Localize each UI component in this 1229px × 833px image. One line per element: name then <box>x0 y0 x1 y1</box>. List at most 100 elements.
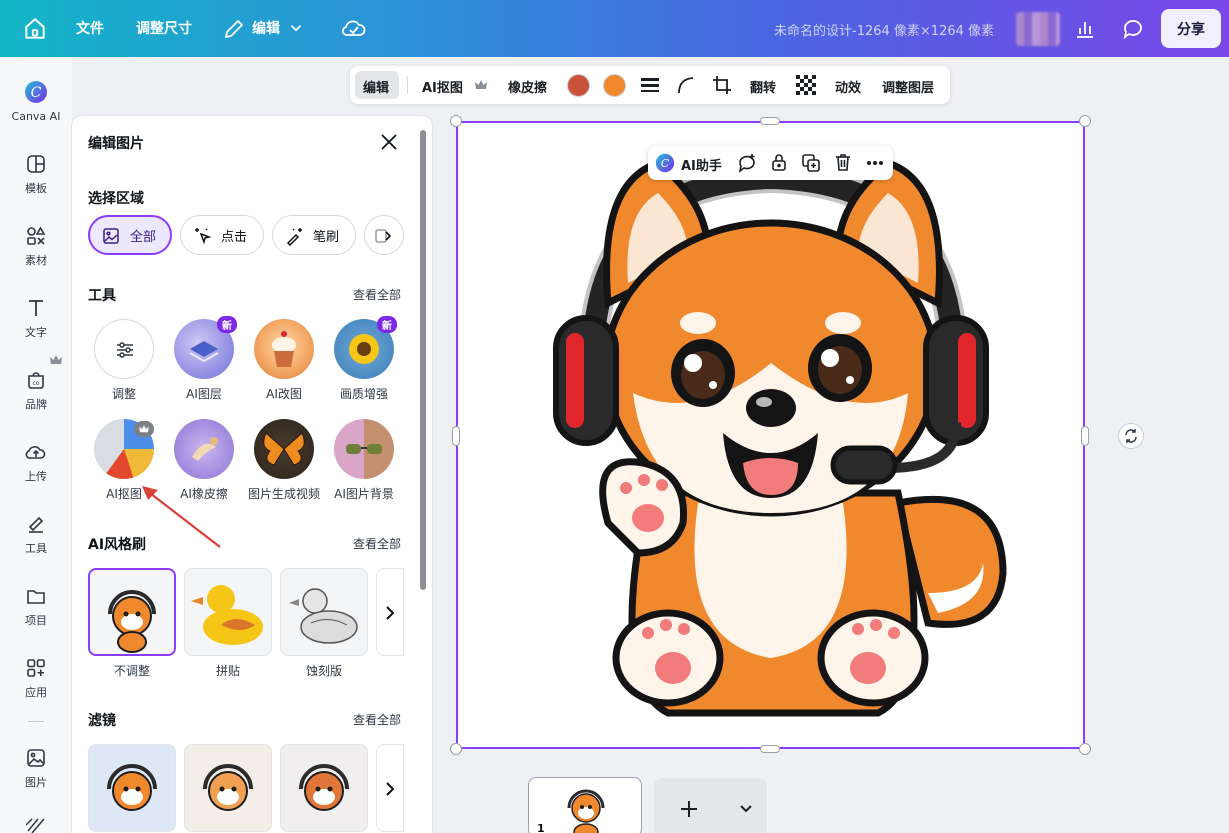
shiba-small-icon <box>108 590 156 653</box>
ai-assistant-button[interactable]: AI助手 <box>681 155 722 174</box>
rail-label: 上传 <box>25 470 47 483</box>
toolbar-flip-button[interactable]: 翻转 <box>750 77 776 96</box>
chip-all[interactable]: 全部 <box>88 215 172 255</box>
toolbar-edit-button[interactable]: 编辑 <box>363 77 389 96</box>
add-page-button[interactable] <box>654 778 767 833</box>
elements-icon <box>27 226 46 245</box>
shiba-headphones-image[interactable] <box>458 123 1083 747</box>
more-options-icon[interactable] <box>865 153 885 173</box>
add-comment-icon[interactable] <box>737 153 757 173</box>
style-brush-next-button[interactable] <box>376 568 404 656</box>
color-swatch-1[interactable] <box>567 74 590 97</box>
filter-thumb[interactable] <box>184 744 272 832</box>
chevron-down-icon[interactable] <box>739 803 753 815</box>
insights-chart-icon[interactable] <box>1073 17 1097 41</box>
filters-see-all-link[interactable]: 查看全部 <box>353 711 401 728</box>
toolbar-divider <box>407 76 408 94</box>
canva-ai-icon: C <box>25 81 47 103</box>
tools-see-all-link[interactable]: 查看全部 <box>353 286 401 303</box>
chevron-down-icon[interactable] <box>287 19 305 37</box>
rail-canva-ai[interactable]: C Canva AI <box>0 79 72 123</box>
tools-brush-icon <box>28 516 44 533</box>
rotate-button[interactable] <box>1118 423 1144 449</box>
toolbar-ai-cutout-button[interactable]: AI抠图 <box>422 77 463 96</box>
style-collage-thumb[interactable] <box>184 568 272 656</box>
tool-ai-edit[interactable]: AI改图 <box>244 319 324 402</box>
color-swatch-2[interactable] <box>603 74 626 97</box>
rail-divider <box>28 721 44 722</box>
resize-handle-tl[interactable] <box>450 115 462 127</box>
chip-click[interactable]: 点击 <box>180 215 264 255</box>
style-etching-thumb[interactable] <box>280 568 368 656</box>
filter-thumb[interactable] <box>280 744 368 832</box>
chevron-right-icon <box>386 606 395 620</box>
rail-tools[interactable]: 工具 <box>0 513 72 556</box>
style-none-thumb[interactable] <box>88 568 176 656</box>
panel-scrollbar[interactable] <box>420 130 426 590</box>
adjust-sliders-icon <box>94 319 154 379</box>
resize-handle-tr[interactable] <box>1079 115 1091 127</box>
rail-photos[interactable]: 图片 <box>0 747 72 790</box>
style-brush-heading: AI风格刷 <box>88 537 147 553</box>
resize-handle-br[interactable] <box>1079 743 1091 755</box>
filters-next-button[interactable] <box>376 744 404 832</box>
avatar[interactable] <box>1016 12 1060 46</box>
home-icon[interactable] <box>22 16 48 42</box>
chevron-right-icon <box>386 782 395 796</box>
chip-brush[interactable]: 笔刷 <box>272 215 356 255</box>
menu-file[interactable]: 文件 <box>76 18 104 38</box>
filter-thumb[interactable] <box>88 744 176 832</box>
pattern-icon[interactable] <box>26 817 46 833</box>
resize-handle-bl[interactable] <box>450 743 462 755</box>
tool-image-to-video[interactable]: 图片生成视频 <box>244 419 324 502</box>
tool-label: AI图层 <box>186 387 222 401</box>
cloud-saved-icon[interactable] <box>341 16 367 42</box>
tool-ai-background[interactable]: AI图片背景 <box>324 419 404 502</box>
border-style-icon[interactable] <box>640 76 660 94</box>
rail-elements[interactable]: 素材 <box>0 225 72 268</box>
magic-brush-icon <box>286 228 302 246</box>
resize-handle-top[interactable] <box>760 117 780 125</box>
panel-title: 编辑图片 <box>88 136 144 152</box>
tool-enhance[interactable]: 新 画质增强 <box>324 316 404 402</box>
magic-eraser-icon <box>174 419 234 479</box>
toolbar-position-button[interactable]: 调整图层 <box>882 77 934 96</box>
corner-rounding-icon[interactable] <box>676 75 696 95</box>
design-title[interactable]: 未命名的设计-1264 像素×1264 像素 <box>774 20 994 39</box>
resize-handle-left[interactable] <box>452 426 460 446</box>
trash-icon[interactable] <box>833 152 853 172</box>
page-thumbnail[interactable]: 1 <box>528 777 642 833</box>
shiba-filter-icon <box>203 764 253 811</box>
share-button[interactable]: 分享 <box>1161 9 1221 48</box>
rail-projects[interactable]: 项目 <box>0 585 72 628</box>
tool-label: AI改图 <box>266 387 302 401</box>
rail-label: 模板 <box>25 182 47 195</box>
duplicate-icon[interactable] <box>801 153 821 173</box>
rail-templates[interactable]: 模板 <box>0 153 72 196</box>
resize-handle-right[interactable] <box>1081 426 1089 446</box>
tool-adjust[interactable]: 调整 <box>84 319 164 402</box>
lock-icon[interactable] <box>769 152 789 172</box>
design-canvas[interactable] <box>456 121 1085 749</box>
toolbar-animate-button[interactable]: 动效 <box>835 77 861 96</box>
chip-more[interactable] <box>364 215 404 255</box>
plus-icon <box>681 801 697 817</box>
resize-handle-bottom[interactable] <box>760 745 780 753</box>
tool-ai-layer[interactable]: 新 AI图层 <box>164 316 244 402</box>
canva-ai-icon[interactable]: C <box>655 153 675 173</box>
transparency-icon[interactable] <box>796 75 816 95</box>
rail-uploads[interactable]: 上传 <box>0 441 72 484</box>
toolbar-eraser-button[interactable]: 橡皮擦 <box>508 77 547 96</box>
rail-apps[interactable]: 应用 <box>0 657 72 700</box>
chevron-right-icon <box>375 229 392 243</box>
comment-icon[interactable] <box>1121 17 1145 41</box>
close-icon[interactable] <box>378 131 400 153</box>
style-brush-see-all-link[interactable]: 查看全部 <box>353 535 401 552</box>
rail-brand[interactable]: co 品牌 <box>0 369 72 412</box>
select-area-heading: 选择区域 <box>88 191 144 207</box>
menu-edit[interactable]: 编辑 <box>252 18 280 38</box>
crop-icon[interactable] <box>712 75 732 95</box>
rail-text[interactable]: 文字 <box>0 297 72 340</box>
menu-resize[interactable]: 调整尺寸 <box>136 18 192 38</box>
tool-label: AI图片背景 <box>334 487 394 501</box>
